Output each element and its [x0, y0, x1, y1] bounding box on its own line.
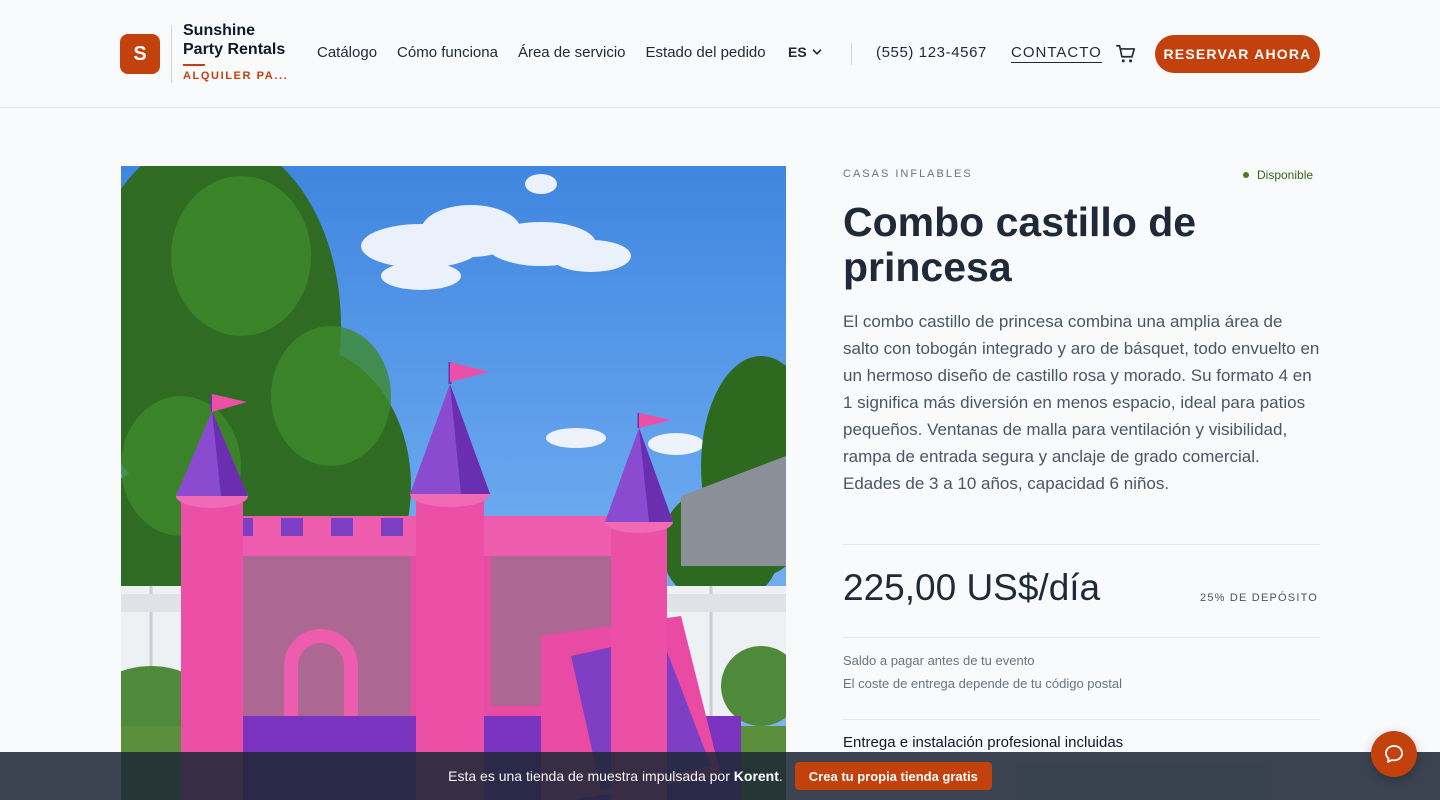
banner-brand: Korent: [733, 768, 779, 784]
banner-text-prefix: Esta es una tienda de muestra impulsada …: [448, 768, 730, 784]
product-price: 225,00 US$/día: [843, 567, 1101, 608]
divider: [843, 637, 1320, 638]
main-nav: Catálogo Cómo funciona Área de servicio …: [317, 44, 766, 61]
product-description: El combo castillo de princesa combina un…: [843, 312, 1320, 493]
divider: [843, 544, 1320, 545]
availability-dot: [1243, 172, 1249, 178]
banner-text: Esta es una tienda de muestra impulsada …: [448, 768, 783, 784]
chat-icon: [1385, 745, 1403, 763]
nav-item-catalog[interactable]: Catálogo: [317, 44, 377, 61]
language-selector[interactable]: ES: [788, 44, 822, 60]
availability-badge: Disponible: [1243, 168, 1313, 182]
banner-text-suffix: .: [778, 768, 783, 784]
castle-illustration: [121, 166, 786, 800]
sample-store-banner: Esta es una tienda de muestra impulsada …: [0, 752, 1440, 800]
nav-item-service-area[interactable]: Área de servicio: [518, 44, 626, 61]
cart-icon[interactable]: [1115, 43, 1137, 65]
brand-tagline: ALQUILER PA...: [183, 70, 289, 82]
product-image: [121, 166, 786, 800]
delivery-note: El coste de entrega depende de tu código…: [843, 676, 1122, 691]
site-header: S Sunshine Party Rentals ALQUILER PA... …: [0, 0, 1440, 108]
nav-item-order-status[interactable]: Estado del pedido: [646, 44, 766, 61]
phone-link[interactable]: (555) 123-4567: [876, 44, 987, 61]
balance-note: Saldo a pagar antes de tu evento: [843, 653, 1035, 668]
product-category[interactable]: CASAS INFLABLES: [843, 168, 973, 180]
chat-button[interactable]: [1371, 731, 1417, 777]
divider: [843, 719, 1320, 720]
reserve-now-button[interactable]: RESERVAR AHORA: [1155, 35, 1320, 73]
brand-underline: [183, 64, 205, 66]
language-label: ES: [788, 44, 807, 60]
contact-link[interactable]: CONTACTO: [1011, 44, 1102, 63]
deposit-label: 25% DE DEPÓSITO: [1200, 592, 1319, 604]
nav-item-how-it-works[interactable]: Cómo funciona: [397, 44, 498, 61]
header-divider: [851, 43, 852, 65]
availability-label: Disponible: [1257, 168, 1314, 182]
logo-badge[interactable]: S: [120, 34, 160, 74]
create-store-button[interactable]: Crea tu propia tienda gratis: [794, 762, 992, 790]
brand-name[interactable]: Sunshine Party Rentals: [183, 21, 293, 59]
logo-divider: [171, 25, 172, 83]
included-feature: Entrega e instalación profesional inclui…: [843, 734, 1124, 751]
product-title: Combo castillo de princesa: [843, 199, 1197, 290]
chevron-down-icon: [812, 49, 822, 55]
